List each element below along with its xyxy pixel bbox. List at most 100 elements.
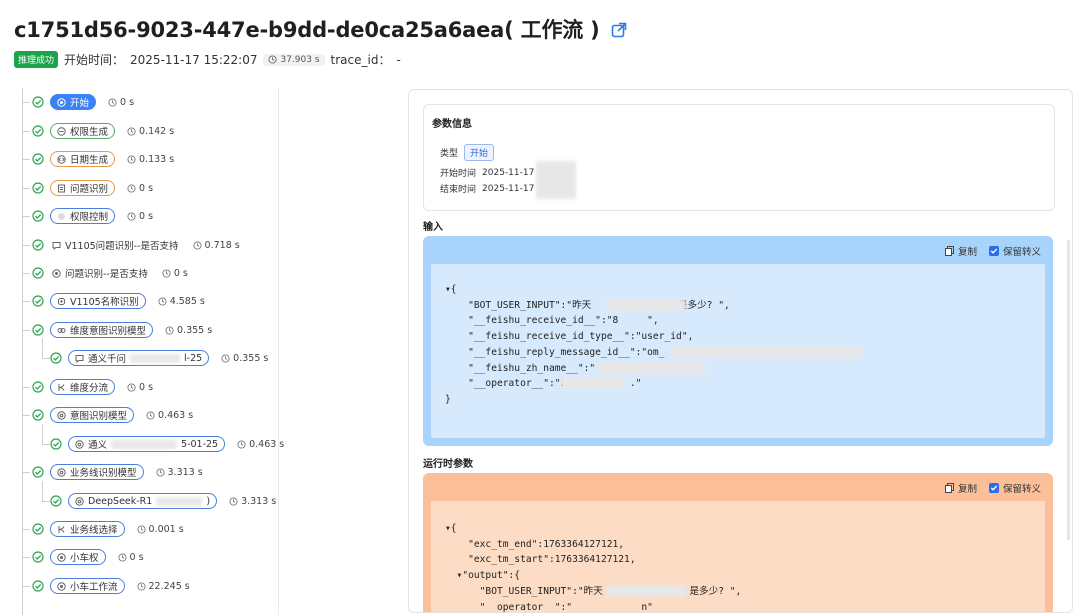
- gear-icon: [75, 439, 84, 449]
- tree-connector: [22, 529, 30, 530]
- end-value: 2025-11-17: [482, 183, 535, 194]
- tree-node-chip[interactable]: 维度分流: [50, 379, 116, 395]
- clock-icon: [117, 552, 127, 562]
- tree-node-row[interactable]: 小车工作流 22.245 s: [32, 576, 190, 596]
- link-icon: [57, 327, 66, 333]
- redaction: [606, 299, 686, 311]
- copy-icon: [944, 483, 954, 493]
- node-duration: 4.585 s: [158, 296, 205, 307]
- tree-node-row[interactable]: V1105问题识别--是否支持 0.718 s: [32, 235, 240, 255]
- chat-icon: [52, 241, 61, 250]
- tree-node-label: V1105问题识别--是否支持: [65, 241, 179, 252]
- tree-connector: [22, 245, 30, 246]
- end-label: 结束时间: [440, 185, 477, 195]
- tree-node-row[interactable]: V1105名称识别 4.585 s: [32, 291, 205, 311]
- node-duration: 0.355 s: [165, 325, 212, 336]
- tree-node-chip[interactable]: 开始: [50, 94, 97, 110]
- circle-dot-icon: [57, 552, 66, 562]
- node-duration-value: 0.463 s: [249, 438, 285, 450]
- tree-node-row[interactable]: 小车权 0 s: [32, 547, 144, 567]
- node-duration-value: 0 s: [139, 210, 154, 222]
- start-row: 开始时间 2025-11-17: [440, 166, 534, 180]
- check-icon: [32, 466, 44, 478]
- redaction: [561, 377, 626, 389]
- clock-icon: [146, 410, 155, 420]
- tree-node-row[interactable]: 通义 5-01-25 0.463 s: [50, 434, 284, 454]
- external-link-icon[interactable]: [611, 22, 627, 38]
- copy-button[interactable]: 复制: [944, 481, 977, 495]
- tree-node-row[interactable]: 开始 0 s: [32, 92, 134, 112]
- tree-node-row[interactable]: 问题识别--是否支持 0 s: [32, 263, 188, 283]
- tree-branch-line: [42, 424, 43, 444]
- tree-node-chip[interactable]: 问题识别--是否支持: [50, 266, 150, 280]
- node-duration: 3.313 s: [155, 466, 203, 478]
- tree-node-chip[interactable]: 权限生成: [50, 123, 116, 139]
- redacted-label: [130, 353, 181, 363]
- node-duration-value: 0.463 s: [158, 409, 194, 421]
- tree-node-row[interactable]: 意图识别模型 0.463 s: [32, 405, 193, 425]
- tree-node-chip[interactable]: 小车工作流: [50, 578, 125, 594]
- tree-node-label-tail: ): [206, 495, 211, 507]
- clock-icon: [155, 467, 165, 477]
- node-duration: 0.463 s: [146, 410, 193, 421]
- node-duration-value: 4.585 s: [169, 295, 205, 307]
- tree-connector: [22, 273, 30, 274]
- check-icon: [32, 324, 44, 336]
- gear-icon: [57, 467, 66, 477]
- tree-node-chip[interactable]: 问题识别: [50, 180, 116, 196]
- tree-node-chip[interactable]: 业务线选择: [50, 521, 125, 537]
- tree-node-row[interactable]: 问题识别 0 s: [32, 178, 153, 198]
- tree-connector: [22, 188, 30, 189]
- tree-node-row[interactable]: 权限生成 0.142 s: [32, 121, 174, 141]
- circle-dot-icon: [57, 97, 66, 107]
- tree-node-chip[interactable]: 通义千问 l-25: [68, 350, 210, 366]
- clock-icon: [221, 353, 230, 363]
- check-icon: [32, 409, 44, 421]
- tree-node-chip[interactable]: 小车权: [50, 549, 106, 565]
- tree-node-chip[interactable]: V1105问题识别--是否支持: [50, 238, 181, 252]
- tree-node-row[interactable]: 权限控制 0 s: [32, 206, 153, 226]
- tree-connector: [22, 131, 30, 132]
- node-duration-value: 0.133 s: [139, 153, 175, 165]
- clock-icon: [268, 55, 278, 64]
- input-json-viewer[interactable]: ▾{ "BOT_USER_INPUT":"昨天 是多少? ", "__feish…: [431, 264, 1045, 438]
- start-time-value: 2025-11-17 15:22:07: [130, 52, 258, 67]
- clock-icon: [229, 496, 238, 506]
- keep-escape-checkbox[interactable]: 保留转义: [988, 481, 1041, 495]
- tree-connector: [22, 216, 30, 217]
- node-duration-value: 0.355 s: [177, 324, 213, 336]
- tree-node-chip[interactable]: 权限控制: [50, 208, 116, 224]
- scrollbar[interactable]: [1067, 240, 1070, 540]
- copy-button[interactable]: 复制: [944, 244, 977, 258]
- node-detail-panel: 参数信息 类型 开始 开始时间 2025-11-17 结束时间 2025-11-…: [408, 89, 1073, 613]
- tree-node-chip[interactable]: 维度意图识别模型: [50, 322, 154, 338]
- run-meta: 推理成功 开始时间： 2025-11-17 15:22:07 37.903 s …: [14, 51, 401, 68]
- tree-node-label: 开始: [70, 98, 90, 109]
- tree-node-label: 通义千问: [88, 354, 127, 365]
- node-duration-value: 3.313 s: [167, 466, 203, 478]
- tree-node-chip[interactable]: V1105名称识别: [50, 293, 146, 309]
- page-title: c1751d56-9023-447e-b9dd-de0ca25a6aea( 工作…: [14, 14, 627, 44]
- start-time-label: 开始时间：: [64, 53, 125, 67]
- check-icon: [32, 523, 44, 535]
- tree-node-row[interactable]: 通义千问 l-25 0.355 s: [50, 348, 268, 368]
- type-row: 类型 开始: [440, 144, 495, 161]
- type-label: 类型: [440, 149, 459, 159]
- tree-node-row[interactable]: 业务线识别模型 3.313 s: [32, 462, 203, 482]
- tree-connector: [22, 472, 30, 473]
- check-icon: [32, 580, 44, 592]
- status-badge: 推理成功: [14, 51, 59, 68]
- tree-node-row[interactable]: 维度分流 0 s: [32, 377, 153, 397]
- tree-node-chip[interactable]: DeepSeek-R1): [68, 493, 218, 509]
- tree-node-row[interactable]: 业务线选择 0.001 s: [32, 519, 184, 539]
- keep-escape-checkbox[interactable]: 保留转义: [988, 244, 1041, 258]
- tree-node-row[interactable]: 维度意图识别模型 0.355 s: [32, 320, 212, 340]
- tree-node-chip[interactable]: 通义 5-01-25: [68, 436, 226, 452]
- tree-node-row[interactable]: DeepSeek-R1) 3.313 s: [50, 491, 276, 511]
- runtime-json-viewer[interactable]: ▾{ "exc_tm_end":1763364127121, "exc_tm_s…: [431, 501, 1045, 612]
- node-duration: 0.142 s: [127, 126, 174, 137]
- tree-node-chip[interactable]: 日期生成: [50, 151, 116, 167]
- tree-node-chip[interactable]: 意图识别模型: [50, 407, 135, 423]
- tree-node-chip[interactable]: 业务线识别模型: [50, 464, 144, 480]
- tree-node-row[interactable]: 日期生成 0.133 s: [32, 149, 174, 169]
